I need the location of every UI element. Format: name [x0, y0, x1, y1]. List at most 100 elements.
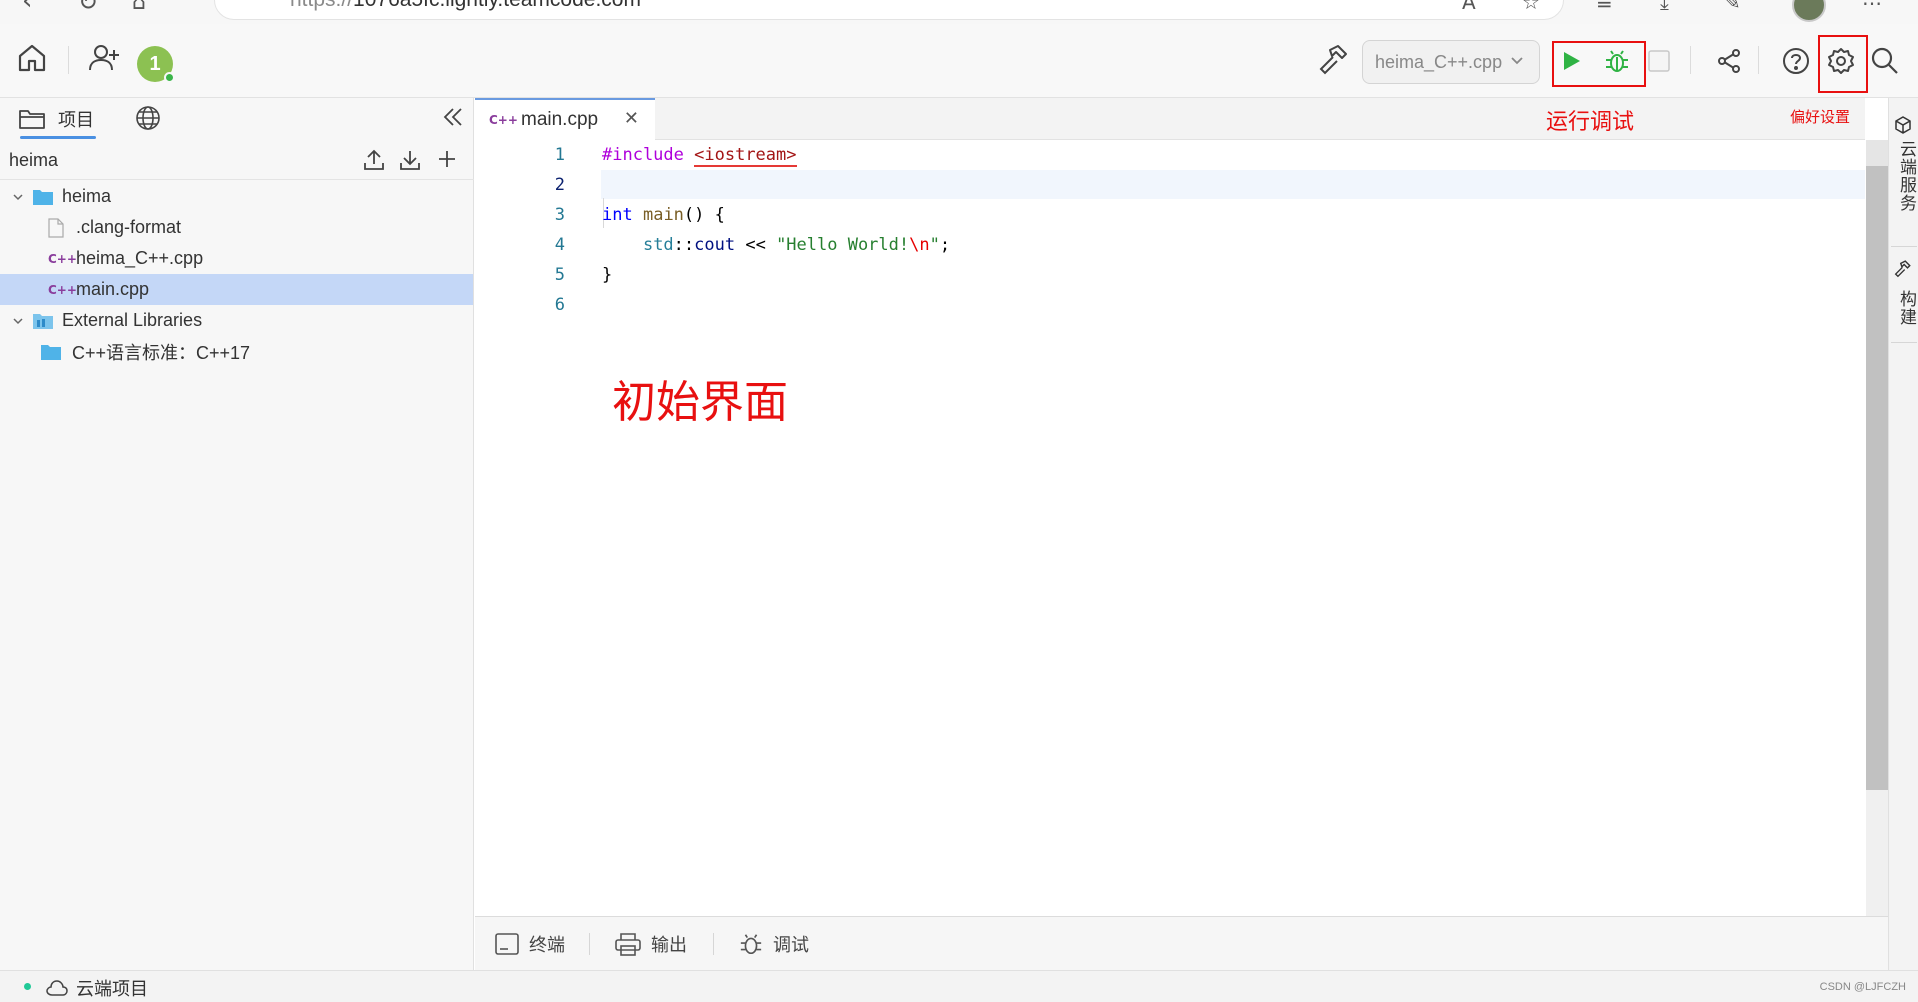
output-tab[interactable]: 输出 [615, 931, 687, 957]
preprocessor-directive: #include [602, 145, 684, 165]
code-line[interactable]: std::cout << "Hello World!\n"; [602, 235, 950, 255]
collapse-sidebar-button[interactable] [442, 106, 464, 128]
code-editor[interactable]: 1 2 3 4 5 6 #include <iostream> int main… [475, 140, 1865, 916]
collections-icon[interactable]: ≡ [1596, 0, 1613, 14]
edit-browser-icon[interactable]: ✎ [1724, 0, 1741, 14]
terminal-tab[interactable]: 终端 [495, 931, 565, 957]
chevron-down-icon[interactable] [10, 315, 26, 327]
file-icon [48, 217, 64, 238]
download-button[interactable] [398, 148, 422, 172]
panel-divider [713, 933, 714, 955]
editor-scrollbar-thumb[interactable] [1866, 140, 1888, 790]
code-punct: :: [673, 235, 695, 255]
tab-project[interactable]: 项目 [18, 102, 94, 136]
upload-button[interactable] [362, 148, 386, 172]
tree-item-cpp-file[interactable]: C++ heima_C++.cpp [0, 243, 473, 274]
browser-profile-avatar[interactable] [1792, 0, 1826, 22]
function-name: main [642, 205, 684, 225]
code-line[interactable]: #include <iostream> [602, 145, 797, 167]
add-member-button[interactable] [88, 42, 122, 74]
home-icon [18, 44, 46, 72]
help-button[interactable] [1782, 47, 1810, 75]
tab-network[interactable] [134, 104, 162, 132]
tree-item-folder[interactable]: heima [0, 181, 473, 212]
address-text[interactable]: https://1076a5fc.lightly.teamcode.com [290, 0, 641, 12]
escape-sequence: \n [909, 235, 930, 255]
bug-icon [740, 934, 762, 955]
sidebar-tabs: 项目 [0, 98, 474, 140]
back-icon[interactable]: ‹ [22, 0, 32, 16]
tree-item-label: heima_C++.cpp [76, 248, 204, 268]
download-browser-icon[interactable]: ⤓ [1660, 0, 1669, 14]
chevron-down-icon [1511, 57, 1523, 65]
line-number: 3 [554, 205, 565, 225]
line-number: 6 [554, 295, 565, 315]
more-icon[interactable]: … [1862, 0, 1882, 10]
build-panel-button[interactable] [1894, 260, 1912, 278]
search-button[interactable] [1870, 46, 1900, 76]
cube-icon [1895, 116, 1911, 134]
code-punct: () { [683, 205, 725, 225]
cloud-project-status[interactable]: 云端项目 [46, 975, 148, 1001]
chevron-down-icon[interactable] [10, 191, 26, 203]
preferences-highlight [1818, 35, 1868, 93]
favorite-add-icon[interactable]: ☆ [1522, 0, 1540, 14]
code-punct: } [602, 265, 613, 285]
cpp-file-icon: C++ [48, 282, 77, 297]
run-debug-annotation: 运行调试 [1546, 109, 1635, 134]
user-avatar-initial: 1 [149, 52, 161, 75]
folder-icon [41, 344, 61, 360]
active-tab-indicator [20, 136, 96, 139]
stop-button[interactable] [1648, 50, 1670, 72]
cloud-services-label[interactable]: 云端服务 [1894, 140, 1918, 212]
build-target-select[interactable]: heima_C++.cpp [1362, 40, 1540, 84]
watermark: CSDN @LJFCZH [1819, 981, 1906, 993]
tree-item-label: External Libraries [62, 310, 203, 330]
build-button[interactable] [1318, 44, 1350, 76]
cloud-project-label: 云端项目 [76, 979, 148, 999]
tree-item-folder[interactable]: C++语言标准：C++17 [0, 336, 473, 367]
globe-icon [136, 106, 160, 130]
preferences-annotation: 偏好设置 [1790, 109, 1851, 126]
stop-icon [1648, 50, 1670, 72]
add-user-icon [89, 45, 119, 71]
string-literal-end: " [929, 235, 940, 255]
hammer-icon [1894, 260, 1911, 278]
url-scheme: https:// [290, 0, 353, 11]
refresh-icon[interactable]: ↻ [78, 0, 98, 16]
read-aloud-icon[interactable]: A [1462, 0, 1476, 14]
toolbar-divider [68, 46, 69, 74]
code-line[interactable]: int main() { [602, 205, 725, 225]
tree-item-label: .clang-format [76, 217, 182, 237]
type-keyword: int [602, 205, 633, 225]
hammer-icon [1319, 45, 1347, 75]
url-host: 1076a5fc.lightly.teamcode.com [353, 0, 641, 11]
code-line[interactable]: } [602, 265, 612, 285]
build-label[interactable]: 构建 [1894, 290, 1918, 326]
debug-tab[interactable]: 调试 [739, 931, 809, 957]
panel-divider [589, 933, 590, 955]
new-file-button[interactable] [436, 148, 458, 170]
user-avatar[interactable]: 1 [137, 46, 175, 83]
tree-item-file[interactable]: .clang-format [0, 212, 473, 243]
upload-icon [364, 149, 384, 170]
project-sidebar: 项目 heima heima .clang-format C++ heima_C… [0, 98, 474, 970]
home-browser-icon[interactable]: ⌂ [132, 0, 146, 15]
current-line-highlight [601, 170, 1865, 199]
folder-icon [19, 110, 45, 129]
run-debug-highlight [1552, 41, 1646, 87]
connection-status-dot [24, 983, 31, 990]
project-header: heima [0, 140, 474, 180]
tab-main-cpp[interactable]: C++ main.cpp ✕ [475, 98, 655, 140]
home-button[interactable] [16, 42, 48, 74]
share-button[interactable] [1716, 48, 1742, 74]
operator: << [735, 235, 777, 255]
printer-icon [615, 933, 641, 956]
cloud-services-button[interactable] [1894, 116, 1912, 134]
search-icon [1871, 47, 1898, 74]
tree-item-cpp-file-selected[interactable]: C++ main.cpp [0, 274, 473, 305]
close-icon[interactable]: ✕ [624, 108, 639, 129]
code-punct: ; [939, 235, 951, 255]
tree-item-library[interactable]: External Libraries [0, 305, 473, 336]
online-status-dot [164, 72, 175, 83]
